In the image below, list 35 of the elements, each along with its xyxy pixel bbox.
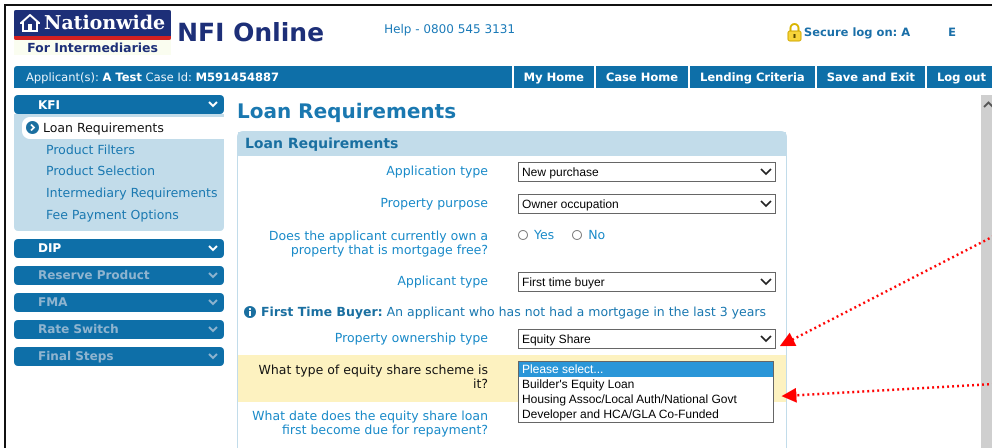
info-text: First Time Buyer: An applicant who has not had a mortgage in the last 3 years <box>261 304 766 319</box>
radio-option[interactable]: Yes <box>518 227 554 242</box>
field-label: Applicant type <box>396 272 488 288</box>
page-title: Loan Requirements <box>237 99 458 123</box>
sidebar-item[interactable]: Intermediary Requirements <box>22 182 224 204</box>
dropdown[interactable]: First time buyer <box>518 272 776 292</box>
radio-option[interactable]: No <box>572 227 606 242</box>
field-label: Property ownership type <box>334 329 488 345</box>
field-label: What type of equity share scheme is it? <box>258 361 488 391</box>
sidebar-item[interactable]: Loan Requirements <box>22 117 224 139</box>
field-label: What date does the equity share loan first become due for repayment? <box>251 407 488 437</box>
dropdown[interactable]: New purchase <box>518 162 776 182</box>
case-info: Applicant(s): A Test Case Id: M591454887 <box>25 70 280 84</box>
sidebar-item[interactable]: Product Selection <box>22 160 224 182</box>
sidebar-section[interactable]: KFI <box>14 95 224 114</box>
sidebar-item[interactable]: Product Filters <box>22 138 224 160</box>
field-label: Does the applicant currently own a property that is mortgage free? <box>268 227 488 257</box>
field-label: Property purpose <box>379 194 488 210</box>
user-initial: E <box>948 25 956 39</box>
dropdown[interactable]: Equity Share <box>518 329 776 349</box>
list-option[interactable]: Housing Assoc/Local Auth/National Govt <box>519 392 773 407</box>
panel-title: Loan Requirements <box>238 132 786 156</box>
sidebar-section[interactable]: DIP <box>14 238 224 258</box>
dropdown[interactable]: Owner occupation <box>518 194 776 214</box>
help-phone: Help - 0800 545 3131 <box>384 22 515 36</box>
field-label: Application type <box>385 162 488 178</box>
list-option[interactable]: Developer and HCA/GLA Co-Funded <box>519 407 773 422</box>
product-title: NFI Online <box>177 18 324 47</box>
list-option[interactable]: Please select... <box>519 362 773 377</box>
logo-title: Nationwide <box>44 12 166 34</box>
logo-subtitle: For Intermediaries <box>27 40 158 55</box>
secure-log-on-label: Secure log on: A <box>804 25 910 39</box>
list-option[interactable]: Builder's Equity Loan <box>519 377 773 392</box>
sidebar-item[interactable]: Fee Payment Options <box>22 204 224 226</box>
options-list[interactable]: Please select... Builder's Equity Loan Housing Assoc/Local Auth/National Govt Developer and HCA/GLA Co-Funded <box>518 361 774 423</box>
